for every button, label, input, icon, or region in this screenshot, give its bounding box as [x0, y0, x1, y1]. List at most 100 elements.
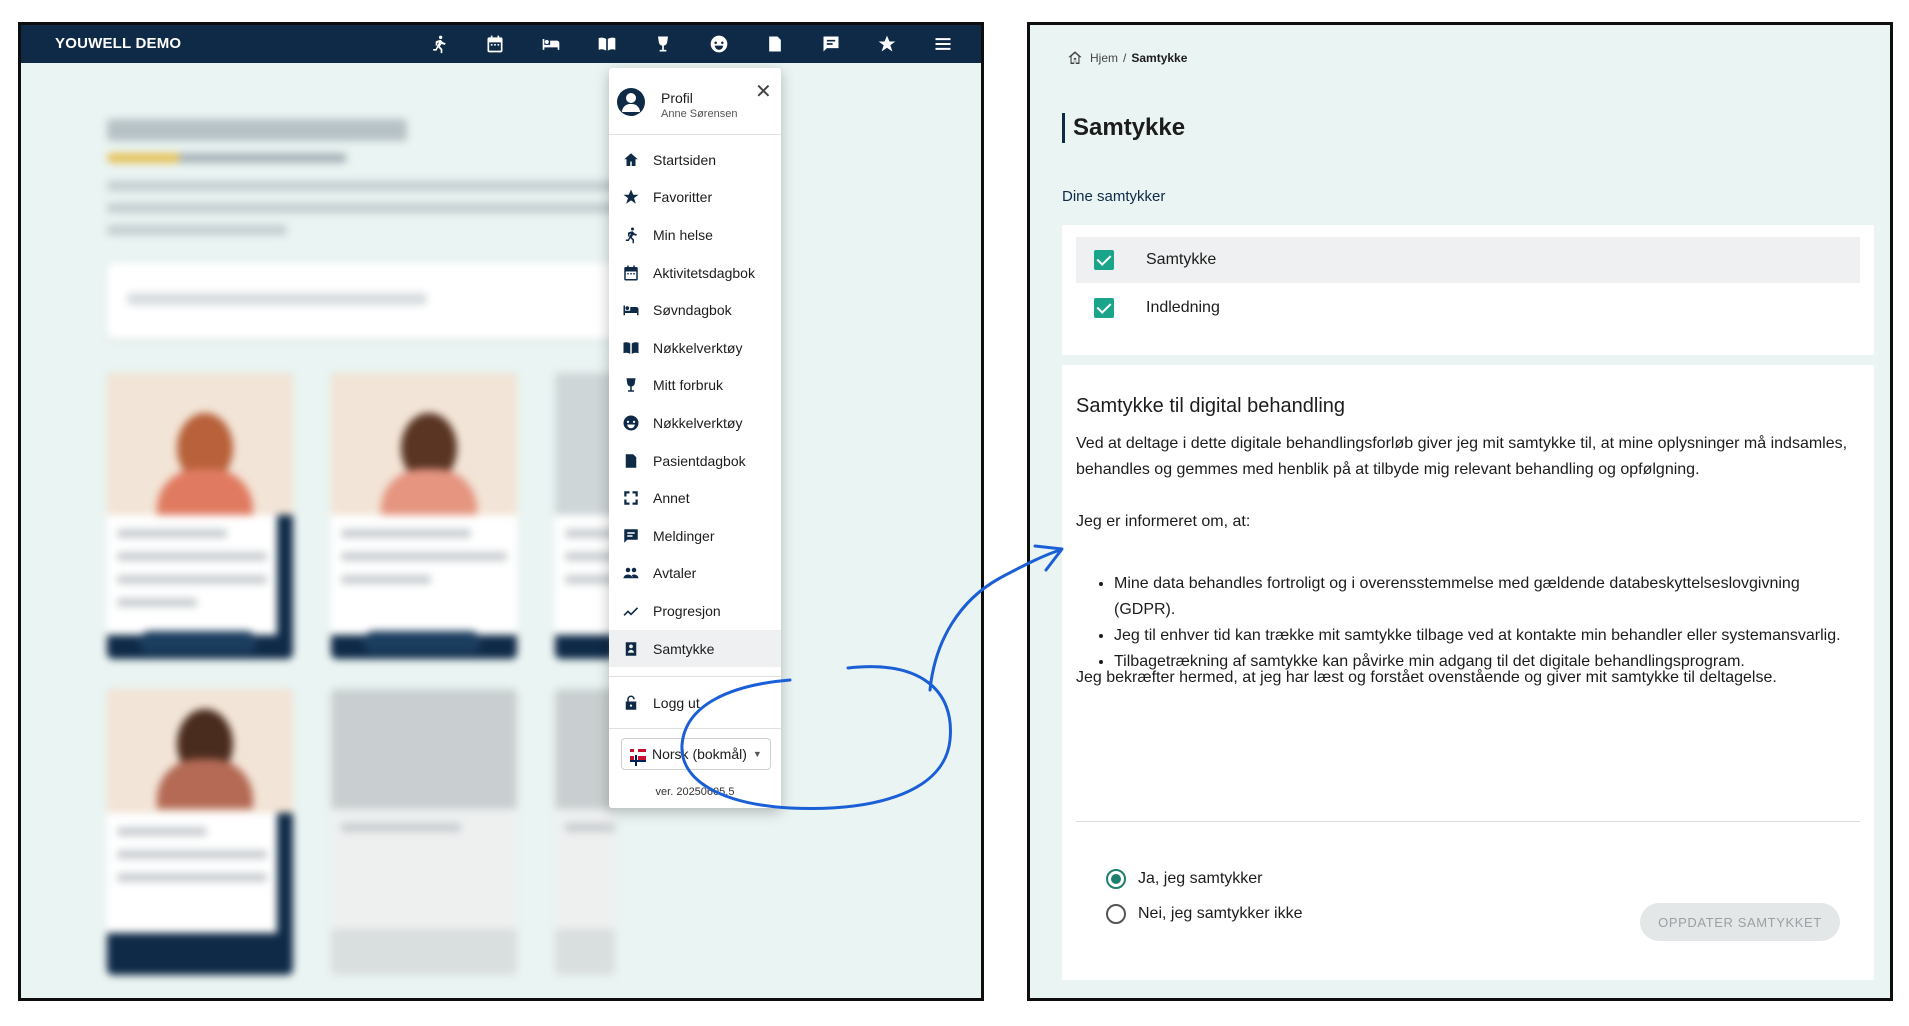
menu-item-label: Annet: [653, 490, 690, 507]
update-consent-button[interactable]: OPPDATER SAMTYKKET: [1640, 903, 1840, 941]
book-icon[interactable]: [579, 25, 635, 63]
chat-icon: [609, 527, 653, 545]
star-icon: [609, 188, 653, 206]
menu-item-min-helse[interactable]: Min helse: [609, 216, 781, 254]
running-icon[interactable]: [411, 25, 467, 63]
norway-flag-icon: [630, 748, 646, 760]
logout-button[interactable]: Logg ut: [609, 684, 781, 722]
chat-icon[interactable]: [803, 25, 859, 63]
radio-no-consent[interactable]: Nei, jeg samtykker ikke: [1106, 904, 1303, 924]
blurred-text-line: [107, 181, 627, 191]
emoji-icon: [609, 414, 653, 432]
consent-intro-text: Ved at deltage i dette digitale behandli…: [1076, 435, 1848, 478]
trend-icon: [609, 602, 653, 620]
home-icon: [609, 151, 653, 169]
checkbox-checked-icon: [1094, 250, 1114, 270]
menu-item-label: Mitt forbruk: [653, 377, 724, 394]
radio-unselected-icon: [1106, 904, 1126, 924]
menu-item-nokkelverktoy-2[interactable]: Nøkkelverktøy: [609, 404, 781, 442]
consent-bullet: Mine data behandles fortroligt og i over…: [1114, 571, 1844, 623]
consent-heading: Samtykke til digital behandling: [1076, 395, 1346, 417]
glass-icon: [609, 376, 653, 394]
close-icon[interactable]: ✕: [755, 82, 772, 102]
menu-item-pasientdagbok[interactable]: Pasientdagbok: [609, 442, 781, 480]
diary-icon[interactable]: [747, 25, 803, 63]
blurred-search-box: [107, 263, 707, 339]
blurred-card: [331, 689, 517, 975]
breadcrumb-home[interactable]: Hjem: [1090, 51, 1118, 65]
menu-item-mitt-forbruk[interactable]: Mitt forbruk: [609, 367, 781, 405]
app-title: YOUWELL DEMO: [55, 35, 182, 52]
menu-item-label: Min helse: [653, 226, 713, 243]
calendar-icon: [609, 264, 653, 282]
language-select[interactable]: Norsk (bokmål) ▼: [621, 738, 771, 770]
menu-item-nokkelverktoy[interactable]: Nøkkelverktøy: [609, 329, 781, 367]
section-label: Dine samtykker: [1062, 188, 1166, 205]
avatar-icon: [617, 88, 645, 116]
menu-item-label: Nøkkelverktøy: [653, 339, 743, 356]
consent-informed-text: Jeg er informeret om, at:: [1076, 513, 1251, 530]
menu-item-startsiden[interactable]: Startsiden: [609, 141, 781, 179]
breadcrumb-current: Samtykke: [1131, 51, 1188, 65]
menu-item-sovndagbok[interactable]: Søvndagbok: [609, 291, 781, 329]
diary-icon: [609, 452, 653, 470]
menu-item-label: Aktivitetsdagbok: [653, 264, 755, 281]
language-value: Norsk (bokmål): [652, 746, 747, 762]
blurred-welcome-title: [107, 119, 407, 141]
blurred-dashboard: [21, 63, 981, 998]
profile-name: Anne Sørensen: [661, 108, 738, 120]
menu-item-annet[interactable]: Annet: [609, 479, 781, 517]
navigation-dropdown-menu: Profil Anne Sørensen ✕ Startsiden Favori…: [609, 68, 781, 808]
consent-list-label: Indledning: [1146, 299, 1220, 316]
menu-item-label: Pasientdagbok: [653, 452, 746, 469]
calendar-icon[interactable]: [467, 25, 523, 63]
emoji-icon[interactable]: [691, 25, 747, 63]
divider: [1076, 821, 1860, 822]
blurred-text-line: [107, 225, 287, 235]
home-icon[interactable]: [1066, 49, 1084, 67]
blurred-card: [107, 689, 293, 975]
menu-item-favoritter[interactable]: Favoritter: [609, 179, 781, 217]
menu-item-label: Søvndagbok: [653, 302, 732, 319]
consent-confirm-text: Jeg bekræfter hermed, at jeg har læst og…: [1076, 669, 1777, 686]
app-screenshot-right: Hjem / Samtykke Samtykke Dine samtykker …: [1027, 22, 1893, 1001]
glass-icon[interactable]: [635, 25, 691, 63]
profile-label: Profil: [661, 90, 693, 106]
bed-icon[interactable]: [523, 25, 579, 63]
menu-item-label: Progresjon: [653, 602, 721, 619]
consent-list-item-samtykke[interactable]: Samtykke: [1076, 237, 1860, 283]
blurred-text-line: [107, 203, 627, 213]
chevron-down-icon: ▼: [752, 749, 762, 759]
profile-header[interactable]: Profil Anne Sørensen ✕: [609, 68, 781, 132]
consent-bullet: Jeg til enhver tid kan trække mit samtyk…: [1114, 623, 1844, 649]
radio-label: Nei, jeg samtykker ikke: [1138, 905, 1303, 922]
consent-list-item-indledning[interactable]: Indledning: [1076, 285, 1860, 331]
menu-item-aktivitetsdagbok[interactable]: Aktivitetsdagbok: [609, 254, 781, 292]
star-icon[interactable]: [859, 25, 915, 63]
menu-icon[interactable]: [915, 25, 971, 63]
menu-item-meldinger[interactable]: Meldinger: [609, 517, 781, 555]
menu-item-avtaler[interactable]: Avtaler: [609, 555, 781, 593]
consent-list-label: Samtykke: [1146, 251, 1217, 268]
radio-yes-consent[interactable]: Ja, jeg samtykker: [1106, 869, 1262, 889]
menu-item-label: Meldinger: [653, 527, 715, 544]
radio-label: Ja, jeg samtykker: [1138, 870, 1263, 887]
menu-item-progresjon[interactable]: Progresjon: [609, 592, 781, 630]
menu-item-label: Nøkkelverktøy: [653, 414, 743, 431]
blurred-progress-bar: [107, 153, 347, 163]
lock-icon: [609, 694, 653, 712]
checkbox-checked-icon: [1094, 298, 1114, 318]
blurred-card: [555, 373, 615, 659]
bed-icon: [609, 301, 653, 319]
menu-item-label: Favoritter: [653, 189, 713, 206]
menu-item-label: Startsiden: [653, 151, 717, 168]
menu-item-label: Samtykke: [653, 640, 715, 657]
breadcrumb: Hjem / Samtykke: [1066, 49, 1187, 67]
menu-item-samtykke[interactable]: Samtykke: [609, 629, 781, 668]
running-icon: [609, 226, 653, 244]
blurred-card: [107, 373, 293, 659]
blurred-card: [331, 373, 517, 659]
breadcrumb-separator: /: [1123, 51, 1127, 65]
radio-selected-icon: [1106, 869, 1126, 889]
blurred-card: [555, 689, 615, 975]
